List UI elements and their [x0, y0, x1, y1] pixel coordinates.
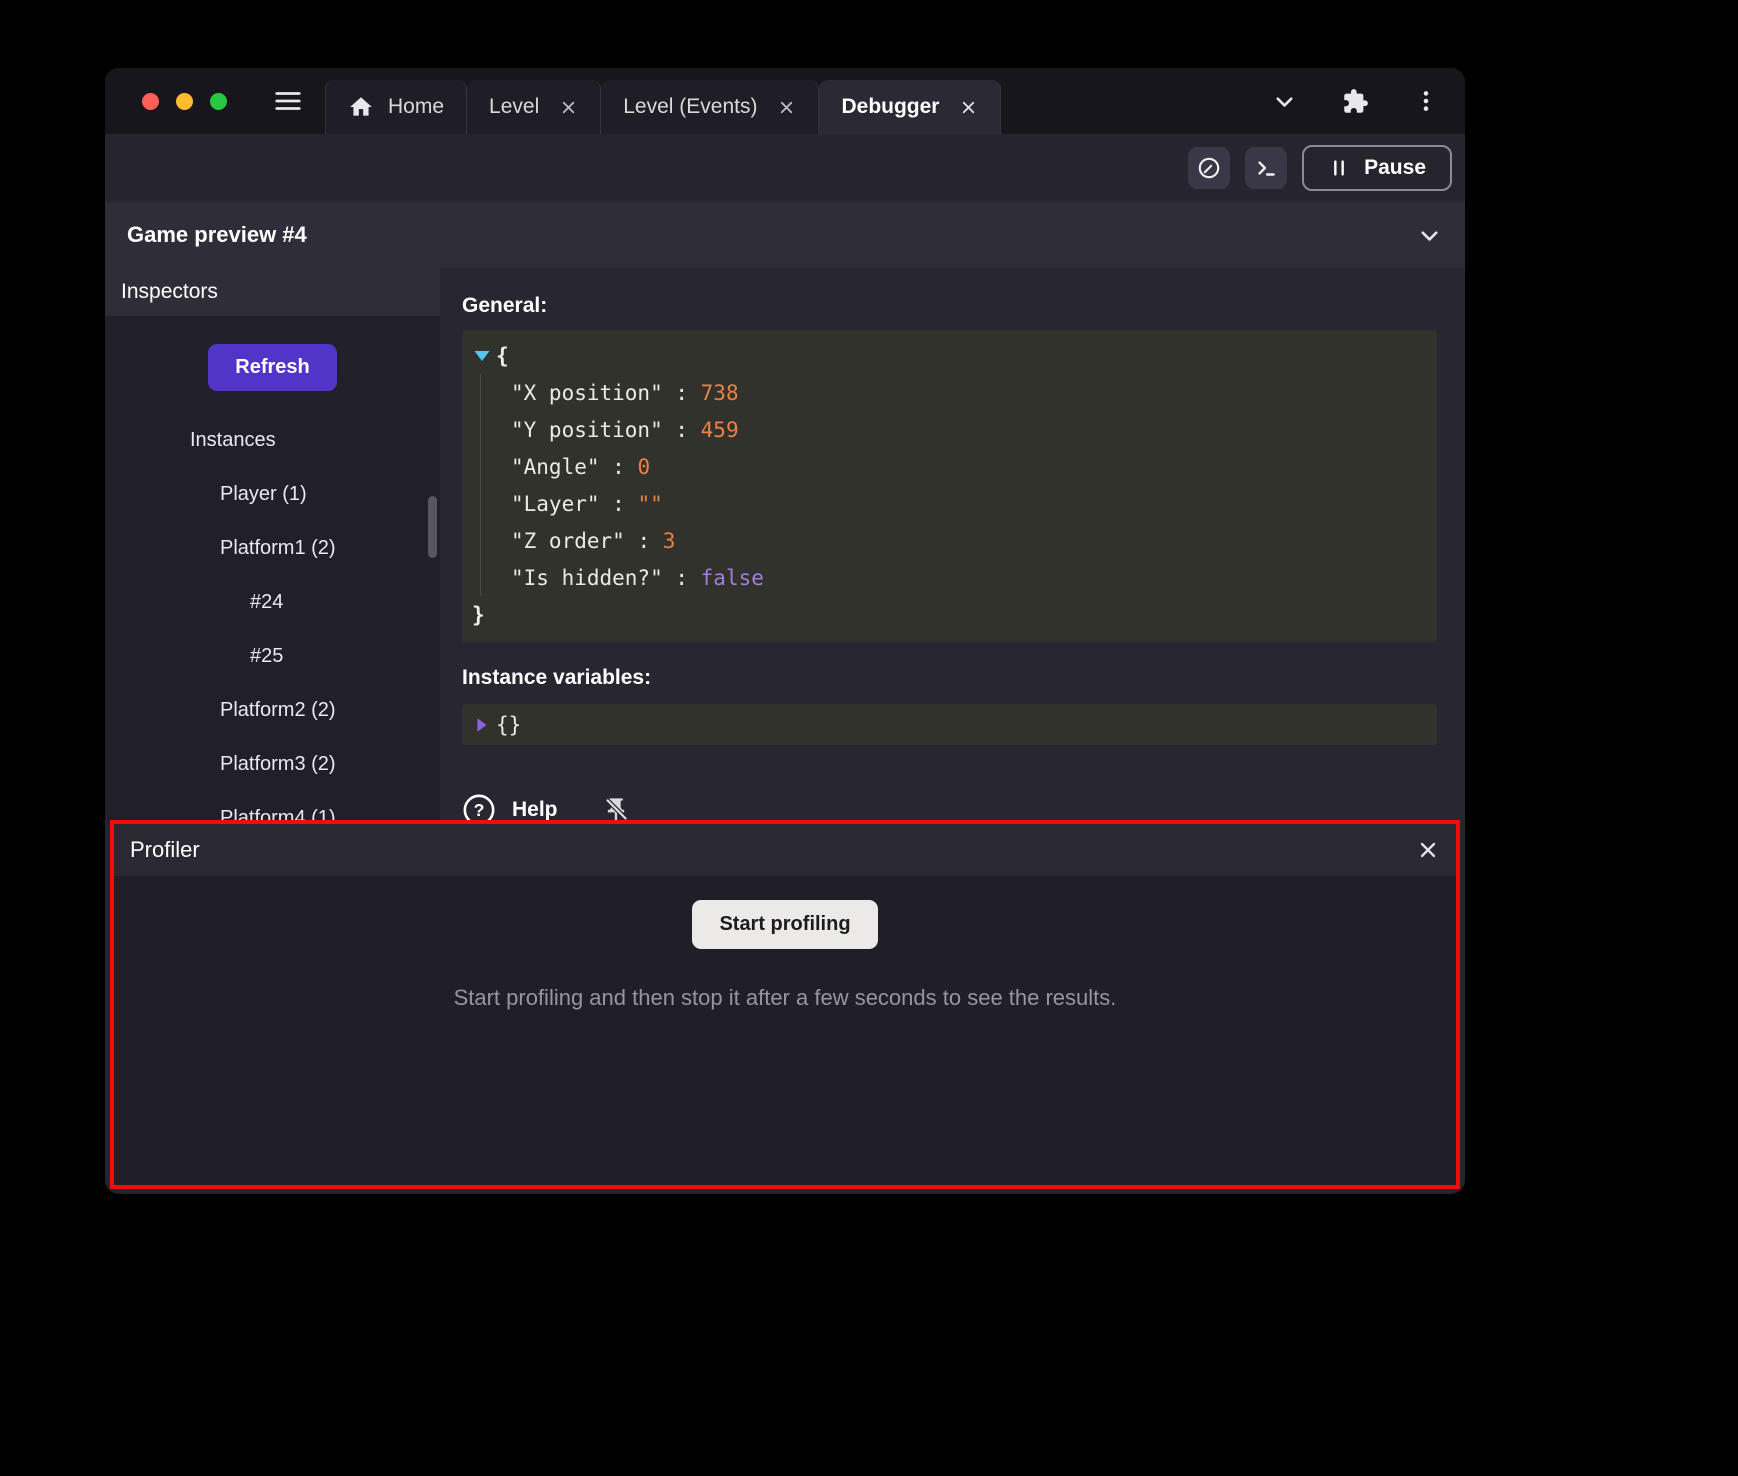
unpin-button[interactable] — [602, 796, 630, 820]
sidebar-item-platform2[interactable]: Platform2 (2) — [105, 683, 440, 737]
debugger-content: Inspectors Refresh Instances Player (1) … — [105, 268, 1465, 820]
open-brace: { — [496, 344, 509, 368]
home-icon — [348, 94, 374, 120]
sidebar-item-platform3[interactable]: Platform3 (2) — [105, 737, 440, 791]
tab-label: Debugger — [841, 95, 939, 119]
instance-variables-label: Instance variables: — [462, 666, 1437, 690]
tab-level-events[interactable]: Level (Events) — [601, 80, 819, 134]
general-properties-json: { "X position" : 738 "Y position" : 459 … — [462, 330, 1437, 642]
tab-home[interactable]: Home — [325, 80, 467, 134]
svg-text:?: ? — [474, 800, 485, 820]
pin-off-icon — [602, 796, 630, 820]
game-preview-header: Game preview #4 — [105, 202, 1465, 268]
main-menu-icon[interactable] — [273, 68, 303, 134]
json-property-x-position: "X position" : 738 — [511, 374, 1425, 411]
help-label: Help — [512, 798, 558, 820]
sidebar-scrollbar — [427, 316, 439, 820]
sidebar-item-player[interactable]: Player (1) — [105, 467, 440, 521]
close-icon[interactable] — [959, 98, 978, 117]
titlebar-actions — [1271, 68, 1439, 134]
zoom-window-button[interactable] — [210, 93, 227, 110]
instance-variables-json: {} — [462, 704, 1437, 745]
titlebar: Home Level Level (Events) Debugger — [105, 68, 1465, 134]
profiler-header: Profiler — [114, 824, 1456, 876]
minimize-window-button[interactable] — [176, 93, 193, 110]
help-button[interactable]: ? Help — [462, 793, 558, 820]
tab-level[interactable]: Level — [467, 80, 601, 134]
extensions-puzzle-icon[interactable] — [1342, 88, 1369, 115]
help-circle-icon: ? — [462, 793, 496, 820]
app-window: Home Level Level (Events) Debugger — [105, 68, 1465, 1194]
sidebar-item-platform1[interactable]: Platform1 (2) — [105, 521, 440, 575]
json-open-row: { — [472, 337, 1425, 374]
chevron-down-icon[interactable] — [1271, 88, 1298, 115]
json-property-y-position: "Y position" : 459 — [511, 411, 1425, 448]
profiler-title: Profiler — [130, 837, 200, 863]
speed-limit-button[interactable] — [1188, 147, 1230, 189]
sidebar-item-instance-25[interactable]: #25 — [105, 629, 440, 683]
instance-variables-row: {} — [472, 706, 1425, 743]
debugger-toolbar: Pause — [105, 134, 1465, 202]
profiler-hint: Start profiling and then stop it after a… — [114, 985, 1456, 1011]
sidebar-item-instances[interactable]: Instances — [105, 413, 440, 467]
profiler-body: Start profiling Start profiling and then… — [114, 876, 1456, 1011]
collapse-triangle-icon[interactable] — [472, 346, 496, 366]
sidebar-scrollbar-thumb[interactable] — [428, 496, 437, 558]
start-profiling-button[interactable]: Start profiling — [692, 900, 877, 949]
json-property-z-order: "Z order" : 3 — [511, 522, 1425, 559]
gauge-icon — [1196, 155, 1222, 181]
kebab-menu-icon[interactable] — [1413, 88, 1439, 114]
json-close-row: } — [472, 596, 1425, 633]
game-preview-title: Game preview #4 — [127, 222, 307, 248]
pause-icon — [1328, 157, 1350, 179]
console-icon — [1253, 155, 1279, 181]
instance-variables-value: {} — [496, 713, 521, 737]
tab-label: Level (Events) — [623, 95, 757, 119]
sidebar-item-platform4[interactable]: Platform4 (1) — [105, 791, 440, 820]
refresh-button[interactable]: Refresh — [208, 344, 336, 391]
json-properties: "X position" : 738 "Y position" : 459 "A… — [480, 374, 1425, 596]
pause-button[interactable]: Pause — [1302, 145, 1452, 191]
console-button[interactable] — [1245, 147, 1287, 189]
json-property-layer: "Layer" : "" — [511, 485, 1425, 522]
traffic-lights — [142, 68, 227, 134]
tab-label: Level — [489, 95, 539, 119]
profiler-close-icon[interactable] — [1416, 838, 1440, 862]
general-label: General: — [462, 294, 1437, 318]
inspector-panel: General: { "X position" : 738 "Y positio… — [440, 268, 1465, 820]
close-window-button[interactable] — [142, 93, 159, 110]
inspector-tree: Instances Player (1) Platform1 (2) #24 #… — [105, 413, 440, 820]
inspectors-sidebar: Inspectors Refresh Instances Player (1) … — [105, 268, 440, 820]
json-property-angle: "Angle" : 0 — [511, 448, 1425, 485]
close-brace: } — [472, 603, 485, 627]
sidebar-item-instance-24[interactable]: #24 — [105, 575, 440, 629]
tab-label: Home — [388, 95, 444, 119]
debugger-toolbar-actions: Pause — [1188, 134, 1452, 202]
close-icon[interactable] — [559, 98, 578, 117]
collapse-chevron-down-icon[interactable] — [1416, 222, 1443, 249]
json-property-is-hidden: "Is hidden?" : false — [511, 559, 1425, 596]
tab-debugger[interactable]: Debugger — [819, 80, 1001, 134]
help-row: ? Help — [462, 793, 1437, 820]
expand-triangle-icon[interactable] — [472, 716, 496, 734]
profiler-panel: Profiler Start profiling Start profiling… — [110, 820, 1460, 1189]
close-icon[interactable] — [777, 98, 796, 117]
pause-label: Pause — [1364, 156, 1426, 180]
tab-strip: Home Level Level (Events) Debugger — [325, 80, 1001, 134]
refresh-wrap: Refresh — [105, 344, 440, 391]
inspectors-header: Inspectors — [105, 268, 440, 316]
